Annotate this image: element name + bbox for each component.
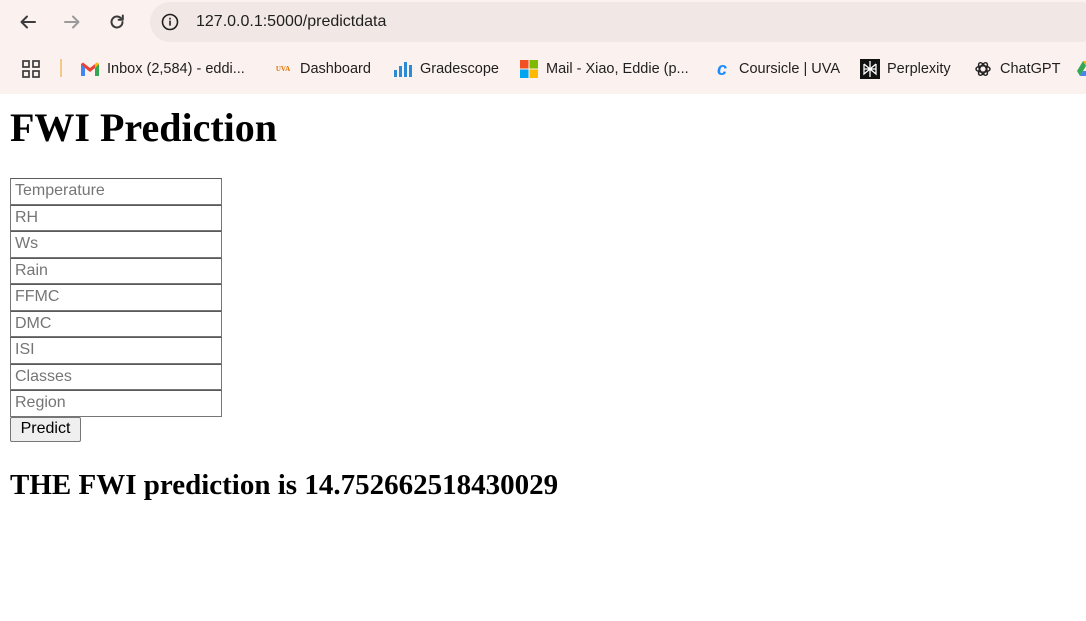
bookmark-label: Dashboard (300, 61, 371, 77)
apps-button[interactable] (21, 55, 41, 83)
gmail-icon (80, 59, 100, 79)
prediction-form: Predict (10, 178, 222, 442)
bookmark-inbox[interactable]: Inbox (2,584) - eddi... (80, 55, 245, 83)
rain-input[interactable] (10, 257, 222, 284)
google-drive-icon (1076, 59, 1086, 79)
bookmarks-separator (60, 59, 62, 77)
chatgpt-icon (973, 59, 993, 79)
back-button[interactable] (13, 7, 43, 37)
bookmark-label: Gradescope (420, 61, 499, 77)
isi-input[interactable] (10, 337, 222, 364)
bookmark-drive[interactable] (1076, 55, 1086, 83)
bookmark-chatgpt[interactable]: ChatGPT (973, 55, 1060, 83)
microsoft-icon (519, 59, 539, 79)
bookmark-label: Mail - Xiao, Eddie (p... (546, 61, 689, 77)
bookmarks-bar: Inbox (2,584) - eddi... UVA Dashboard Gr… (0, 55, 1086, 83)
ws-input[interactable] (10, 231, 222, 258)
prediction-result: THE FWI prediction is 14.752662518430029 (10, 469, 559, 501)
apps-grid-icon (22, 60, 40, 78)
site-info-icon[interactable] (160, 12, 180, 32)
rh-input[interactable] (10, 204, 222, 231)
bookmark-mail[interactable]: Mail - Xiao, Eddie (p... (519, 55, 689, 83)
region-input[interactable] (10, 390, 222, 417)
bookmark-label: Inbox (2,584) - eddi... (107, 61, 245, 77)
coursicle-icon: c (716, 58, 727, 79)
forward-button[interactable] (57, 7, 87, 37)
uva-icon: UVA (275, 65, 291, 73)
reload-button[interactable] (102, 7, 132, 37)
bookmark-gradescope[interactable]: Gradescope (393, 55, 499, 83)
reload-icon (110, 14, 124, 29)
classes-input[interactable] (10, 363, 222, 390)
ffmc-input[interactable] (10, 284, 222, 311)
gradescope-icon (393, 59, 413, 79)
bookmark-label: Perplexity (887, 61, 951, 77)
url-text[interactable]: 127.0.0.1:5000/predictdata (196, 13, 386, 31)
arrow-left-icon (20, 15, 36, 29)
page-content: FWI Prediction Predict THE FWI predictio… (0, 94, 1086, 621)
bookmark-dashboard[interactable]: UVA Dashboard (273, 55, 371, 83)
browser-chrome: 127.0.0.1:5000/predictdata Inbox (2,584)… (0, 0, 1086, 94)
page-title: FWI Prediction (10, 105, 278, 150)
address-bar[interactable]: 127.0.0.1:5000/predictdata (150, 2, 1086, 42)
predict-button[interactable]: Predict (10, 416, 81, 442)
bookmark-perplexity[interactable]: Perplexity (860, 55, 951, 83)
arrow-right-icon (64, 15, 80, 29)
dmc-input[interactable] (10, 310, 222, 337)
bookmark-label: Coursicle | UVA (739, 61, 840, 77)
bookmark-label: ChatGPT (1000, 61, 1061, 77)
bookmark-coursicle[interactable]: c Coursicle | UVA (712, 55, 840, 83)
temperature-input[interactable] (10, 178, 222, 205)
perplexity-icon (860, 59, 880, 79)
